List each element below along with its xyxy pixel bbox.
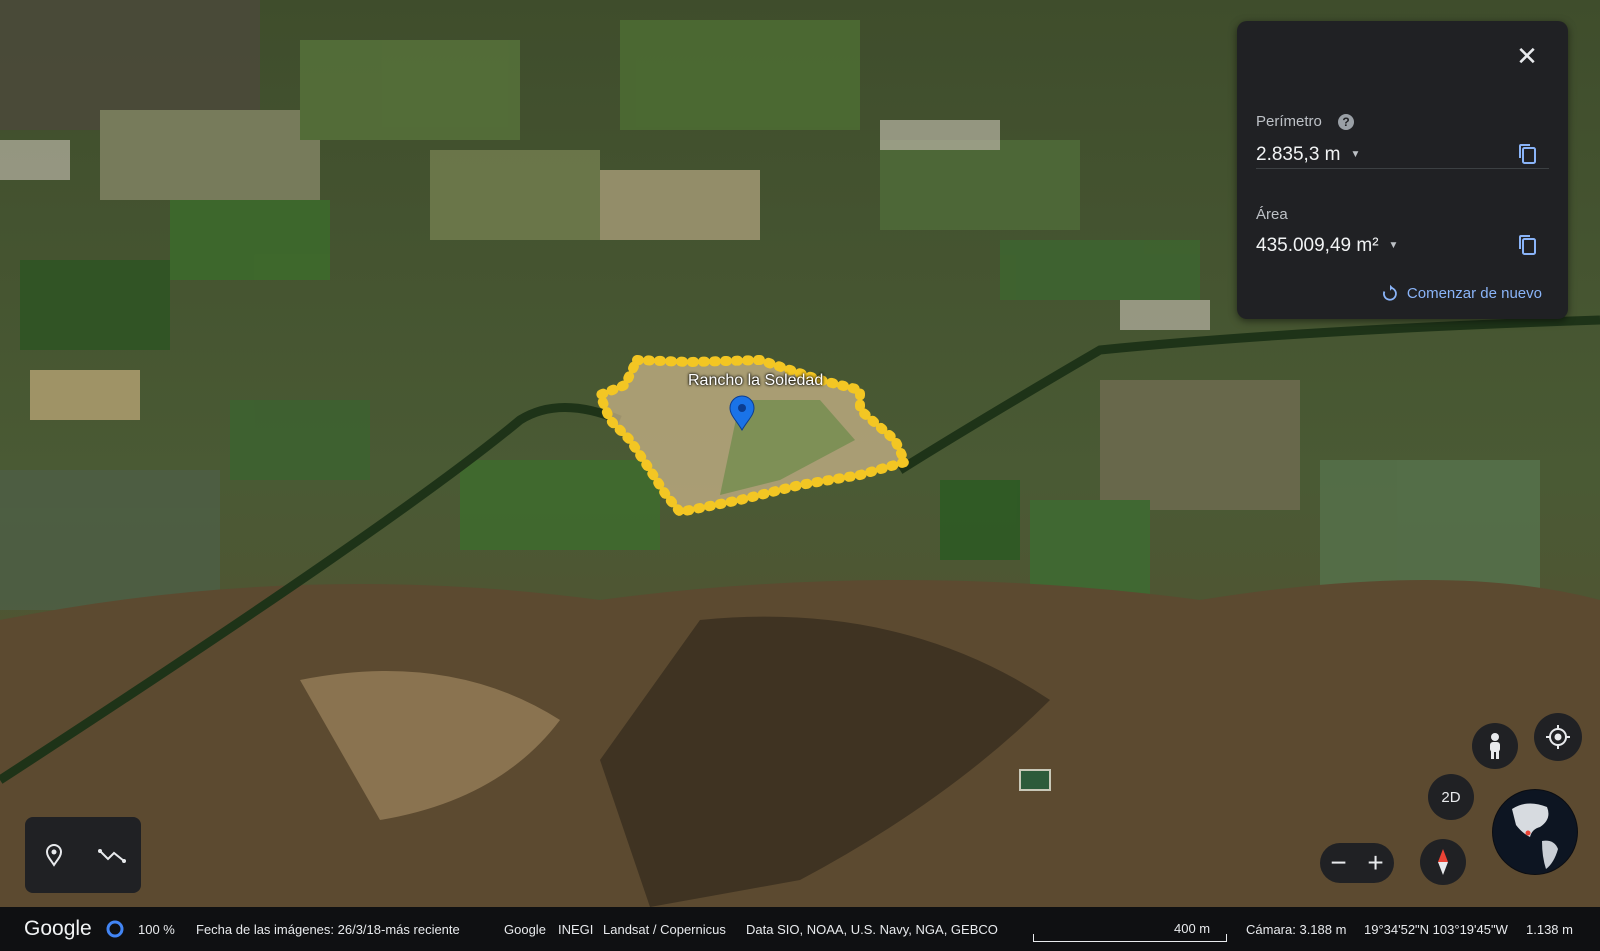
panel-divider	[1256, 168, 1549, 169]
my-location-icon[interactable]	[1534, 713, 1582, 761]
ground-altitude: 1.138 m	[1526, 922, 1573, 937]
zoom-in-button[interactable]: +	[1367, 849, 1383, 877]
copy-icon[interactable]	[1516, 233, 1540, 257]
restart-icon	[1382, 284, 1397, 301]
attribution-inegi: INEGI	[558, 922, 594, 937]
attribution-landsat: Landsat / Copernicus	[603, 922, 726, 937]
measure-path-icon[interactable]	[95, 838, 129, 872]
perimeter-value-row[interactable]: 2.835,3 m ▼	[1256, 144, 1360, 166]
imagery-date[interactable]: Fecha de las imágenes: 26/3/18-más recie…	[196, 922, 460, 937]
restart-label: Comenzar de nuevo	[1406, 284, 1542, 302]
reservoir	[1019, 769, 1051, 791]
google-logo: Google	[24, 917, 92, 940]
measure-toolbar	[25, 817, 141, 893]
loading-percent: 100 %	[138, 922, 175, 937]
scale-label: 400 m	[1174, 921, 1211, 936]
camera-altitude: Cámara: 3.188 m	[1246, 922, 1347, 937]
perimeter-value: 2.835,3 m	[1256, 144, 1341, 165]
help-icon[interactable]: ?	[1338, 114, 1355, 131]
area-value: 435.009,49 m²	[1256, 235, 1379, 256]
area-value-row[interactable]: 435.009,49 m² ▼	[1256, 235, 1398, 257]
attribution-data: Data SIO, NOAA, U.S. Navy, NGA, GEBCO	[746, 922, 998, 937]
unit-dropdown-icon[interactable]: ▼	[1389, 240, 1399, 251]
status-bar: Google 100 % Fecha de las imágenes: 26/3…	[0, 907, 1600, 951]
coordinates: 19°34'52"N 103°19'45"W	[1364, 922, 1508, 937]
unit-dropdown-icon[interactable]: ▼	[1351, 149, 1361, 160]
copy-icon[interactable]	[1516, 142, 1540, 166]
pin-icon[interactable]	[37, 838, 71, 872]
view-mode-toggle[interactable]: 2D	[1428, 774, 1474, 820]
perimeter-label: Perímetro	[1256, 113, 1322, 130]
perimeter-label-row: Perímetro ?	[1256, 113, 1355, 131]
place-label[interactable]: Rancho la Soledad	[688, 372, 823, 390]
zoom-out-button[interactable]: −	[1330, 849, 1346, 877]
restart-button[interactable]: Comenzar de nuevo	[1381, 284, 1542, 302]
loading-indicator-icon	[105, 919, 125, 942]
area-label: Área	[1256, 206, 1288, 223]
attribution-google: Google	[504, 922, 546, 937]
zoom-controls: − +	[1320, 843, 1394, 883]
close-icon[interactable]: ✕	[1514, 43, 1540, 69]
compass-icon[interactable]	[1420, 839, 1466, 885]
measurement-panel: ✕ Perímetro ? 2.835,3 m ▼ Área 435.009,49…	[1237, 21, 1568, 319]
globe-minimap[interactable]	[1492, 789, 1578, 875]
pegman-icon[interactable]	[1472, 723, 1518, 769]
